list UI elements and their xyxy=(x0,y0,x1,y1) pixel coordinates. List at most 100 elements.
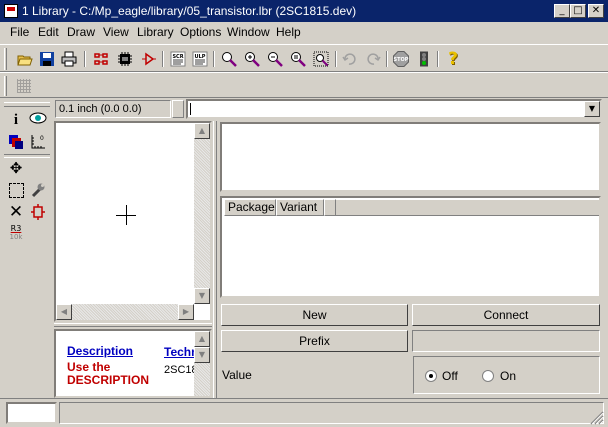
technology-value: 2SC1815 xyxy=(164,364,194,376)
description-scrollbar[interactable]: ▲ ▼ xyxy=(194,331,210,396)
description-link[interactable]: Description xyxy=(67,344,133,358)
script-button[interactable]: SCR xyxy=(167,49,189,69)
save-icon xyxy=(40,52,54,66)
zoom-select-button[interactable] xyxy=(310,49,332,69)
status-message xyxy=(59,402,604,424)
toolbar-separator xyxy=(437,51,439,67)
canvas-vertical-scrollbar[interactable]: ▲ ▼ xyxy=(194,123,210,304)
command-splitter[interactable] xyxy=(172,100,184,118)
menu-file[interactable]: File xyxy=(10,25,29,39)
package-table-header: Package Variant xyxy=(224,199,599,216)
grid-icon[interactable] xyxy=(17,79,31,93)
undo-button[interactable] xyxy=(339,49,361,69)
value-label: Value xyxy=(222,368,252,382)
name-icon[interactable]: R3 10k xyxy=(6,224,26,246)
change-icon[interactable] xyxy=(28,202,48,222)
info-icon[interactable]: i xyxy=(6,110,26,130)
redo-button[interactable] xyxy=(362,49,384,69)
mark-icon[interactable]: 0 xyxy=(28,132,48,152)
minimize-button[interactable]: _ xyxy=(554,4,570,18)
origin-cross-v xyxy=(126,205,127,225)
menu-view[interactable]: View xyxy=(103,25,129,39)
zoom-in-icon xyxy=(245,52,260,67)
board-button[interactable] xyxy=(114,49,136,69)
save-button[interactable] xyxy=(36,49,58,69)
toolbar-grip[interactable] xyxy=(4,76,7,96)
wrench-icon[interactable] xyxy=(28,180,48,200)
drawing-canvas[interactable]: ▲ ▼ ◀ ▶ xyxy=(54,121,212,322)
zoom-fit-button[interactable] xyxy=(218,49,240,69)
toolbar-separator xyxy=(84,51,86,67)
script-label: SCR xyxy=(172,54,183,60)
move-icon[interactable]: ✥ xyxy=(6,158,26,178)
main-toolbar: SCR ULP STOP ? xyxy=(0,44,608,72)
command-history-dropdown[interactable]: ▼ xyxy=(584,101,600,117)
technologies-link[interactable]: Technologies xyxy=(164,345,194,359)
new-button[interactable]: New xyxy=(221,304,408,326)
desc-scroll-down-arrow[interactable]: ▼ xyxy=(194,347,210,363)
open-icon xyxy=(17,55,33,66)
value-on-label: On xyxy=(500,369,517,383)
canvas-description-splitter[interactable] xyxy=(54,323,212,327)
svg-text:0: 0 xyxy=(40,135,44,142)
schematic-button[interactable] xyxy=(90,49,112,69)
app-icon[interactable] xyxy=(4,4,18,18)
value-off-radio[interactable] xyxy=(425,370,437,382)
zoom-fit-icon xyxy=(222,52,237,67)
ulp-button[interactable]: ULP xyxy=(189,49,211,69)
zoom-out-icon xyxy=(268,52,283,67)
value-radio-group: Off On xyxy=(413,356,600,394)
zoom-out-button[interactable] xyxy=(264,49,286,69)
scroll-left-arrow[interactable]: ◀ xyxy=(56,304,72,320)
menu-edit[interactable]: Edit xyxy=(38,25,59,39)
help-button[interactable]: ? xyxy=(442,49,464,69)
column-variant[interactable]: Variant xyxy=(276,199,324,216)
coordinate-display: 0.1 inch (0.0 0.0) xyxy=(55,100,171,118)
column-empty[interactable] xyxy=(324,199,336,216)
redo-icon xyxy=(367,53,381,65)
vertical-splitter[interactable] xyxy=(213,121,217,398)
menu-window[interactable]: Window xyxy=(227,25,270,39)
board-icon xyxy=(118,52,132,66)
scroll-right-arrow[interactable]: ▶ xyxy=(178,304,194,320)
print-button[interactable] xyxy=(58,49,80,69)
resize-grip-icon[interactable] xyxy=(590,411,604,425)
symbol-button[interactable] xyxy=(138,49,160,69)
help-icon: ? xyxy=(448,49,458,69)
window-title: 1 Library - C:/Mp_eagle/library/05_trans… xyxy=(22,4,357,18)
name-icon-bottom: 10k xyxy=(9,233,23,241)
palette-grip[interactable] xyxy=(4,102,50,107)
close-button[interactable]: ✕ xyxy=(588,4,604,18)
group-icon[interactable] xyxy=(6,180,26,200)
toolbar-separator xyxy=(386,51,388,67)
zoom-redraw-button[interactable] xyxy=(287,49,309,69)
show-icon[interactable] xyxy=(28,108,48,128)
maximize-button[interactable]: □ xyxy=(570,4,586,18)
layer-icon[interactable] xyxy=(6,132,26,152)
menu-draw[interactable]: Draw xyxy=(67,25,95,39)
toolbar-grip[interactable] xyxy=(4,48,7,70)
prefix-button[interactable]: Prefix xyxy=(221,330,408,352)
desc-scroll-up-arrow[interactable]: ▲ xyxy=(194,331,210,347)
scroll-up-arrow[interactable]: ▲ xyxy=(194,123,210,139)
value-on-radio[interactable] xyxy=(482,370,494,382)
column-package[interactable]: Package xyxy=(224,199,276,216)
stop-button[interactable]: STOP xyxy=(390,49,412,69)
connect-button[interactable]: Connect xyxy=(412,304,600,326)
command-input[interactable]: ▼ xyxy=(186,99,602,119)
menu-help[interactable]: Help xyxy=(276,25,301,39)
toolbar-separator xyxy=(162,51,164,67)
text-cursor xyxy=(190,103,191,115)
delete-icon[interactable]: ✕ xyxy=(6,202,26,222)
description-pane: Description Use the DESCRIPTION Technolo… xyxy=(54,329,212,398)
open-button[interactable] xyxy=(14,49,36,69)
scroll-down-arrow[interactable]: ▼ xyxy=(194,288,210,304)
status-bar xyxy=(0,398,608,427)
canvas-horizontal-scrollbar[interactable]: ◀ ▶ xyxy=(56,304,194,320)
go-button[interactable] xyxy=(413,49,435,69)
menu-options[interactable]: Options xyxy=(180,25,221,39)
zoom-in-button[interactable] xyxy=(241,49,263,69)
menu-bar: File Edit Draw View Library Options Wind… xyxy=(0,22,608,42)
menu-library[interactable]: Library xyxy=(137,25,174,39)
name-icon-top: R3 xyxy=(10,224,22,233)
